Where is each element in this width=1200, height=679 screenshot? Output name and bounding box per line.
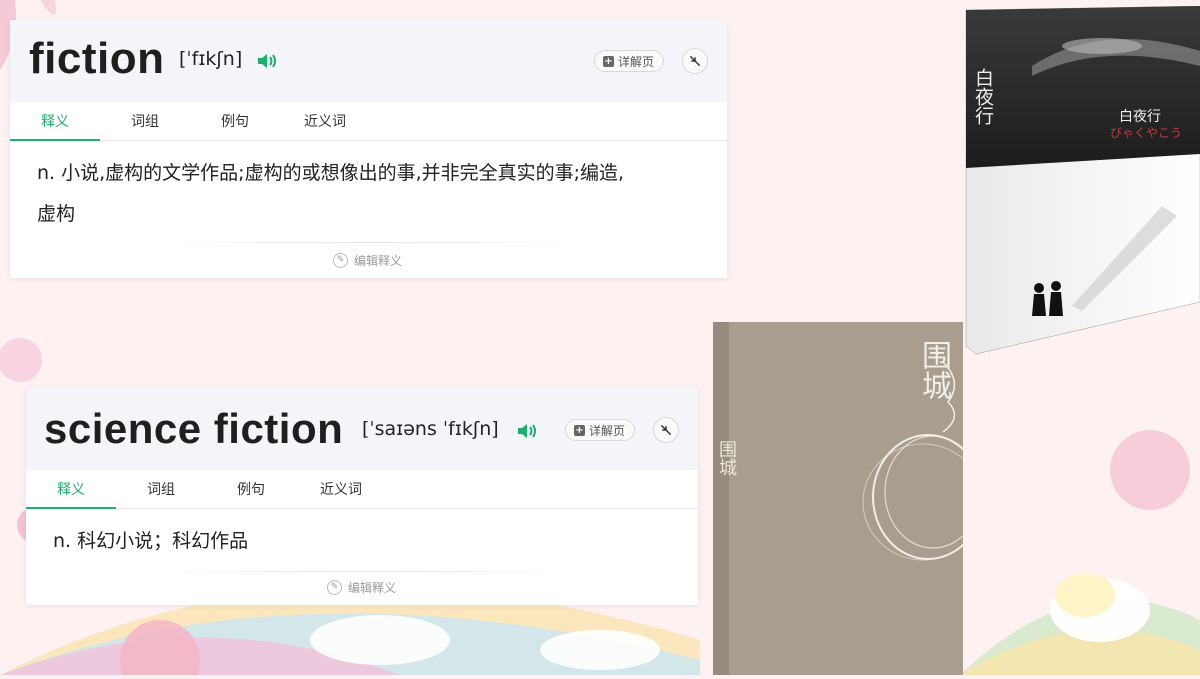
book-spine-title: 白夜行 <box>972 68 994 125</box>
tab-phrases[interactable]: 词组 <box>116 472 206 508</box>
card-header: science fiction [ˈsaɪəns ˈfɪkʃn] + 详解页 <box>26 388 698 470</box>
definition-line: 虚构 <box>37 203 76 225</box>
detail-page-button[interactable]: + 详解页 <box>594 50 665 72</box>
speaker-icon[interactable] <box>256 52 278 70</box>
pencil-icon: ✎ <box>333 253 348 268</box>
tab-phrases[interactable]: 词组 <box>100 104 190 140</box>
tab-definition[interactable]: 释义 <box>26 472 116 508</box>
document-plus-icon: + <box>574 424 585 436</box>
edit-definition-button[interactable]: ✎ 编辑释义 <box>333 252 402 269</box>
headword: science fiction <box>44 405 344 452</box>
book-cover-art <box>965 5 1200 355</box>
book-title: 白夜行 <box>1119 109 1161 125</box>
card-header: fiction [ˈfɪkʃn] + 详解页 <box>10 20 727 102</box>
detail-page-label: 详解页 <box>589 423 626 438</box>
tab-synonyms[interactable]: 近义词 <box>296 472 386 508</box>
book-cover-title: 围城 <box>916 340 951 400</box>
phonetic: [ˈfɪkʃn] <box>179 48 243 70</box>
tab-bar: 释义 词组 例句 近义词 <box>26 472 698 509</box>
edit-definition-button[interactable]: ✎ 编辑释义 <box>327 579 396 596</box>
tab-definition[interactable]: 释义 <box>10 104 100 140</box>
speaker-icon[interactable] <box>516 422 538 440</box>
edit-definition-label: 编辑释义 <box>348 581 397 595</box>
active-tab-indicator <box>10 139 100 141</box>
tab-examples[interactable]: 例句 <box>206 472 296 508</box>
detail-page-label: 详解页 <box>618 54 655 69</box>
collapse-arrows-icon[interactable] <box>682 48 708 74</box>
headword: fiction <box>29 34 165 83</box>
book-title-kana: びゃくやこう <box>1110 126 1183 140</box>
definition-text: n. 科幻小说；科幻作品 <box>53 521 673 562</box>
book-cover-weicheng: 围城 围城 <box>713 322 984 675</box>
definition-line: n. 小说,虚构的文学作品;虚构的或想像出的事,并非完全真实的事;编造, <box>37 162 625 184</box>
detail-page-button[interactable]: + 详解页 <box>565 419 636 441</box>
tab-examples[interactable]: 例句 <box>190 104 280 140</box>
collapse-arrows-icon[interactable] <box>653 417 679 443</box>
divider <box>156 571 576 572</box>
dictionary-card-fiction: fiction [ˈfɪkʃn] + 详解页 释义 词组 例句 近义词 n. 小… <box>10 20 727 278</box>
pencil-icon: ✎ <box>327 580 342 595</box>
book-cover-byakuyako: 白夜行 白夜行 びゃくやこう <box>962 5 1200 356</box>
divider <box>150 242 590 243</box>
active-tab-indicator <box>26 507 116 509</box>
tab-synonyms[interactable]: 近义词 <box>280 104 370 140</box>
document-plus-icon: + <box>603 55 614 67</box>
phonetic: [ˈsaɪəns ˈfɪkʃn] <box>362 418 499 440</box>
dictionary-card-science-fiction: science fiction [ˈsaɪəns ˈfɪkʃn] + 详解页 释… <box>26 388 698 605</box>
book-spine-title: 围城 <box>716 440 737 476</box>
definition-text: n. 小说,虚构的文学作品;虚构的或想像出的事,并非完全真实的事;编造, 虚构 <box>37 153 717 235</box>
edit-definition-label: 编辑释义 <box>354 254 403 268</box>
tab-bar: 释义 词组 例句 近义词 <box>10 104 727 141</box>
definition-line: n. 科幻小说；科幻作品 <box>53 530 249 552</box>
